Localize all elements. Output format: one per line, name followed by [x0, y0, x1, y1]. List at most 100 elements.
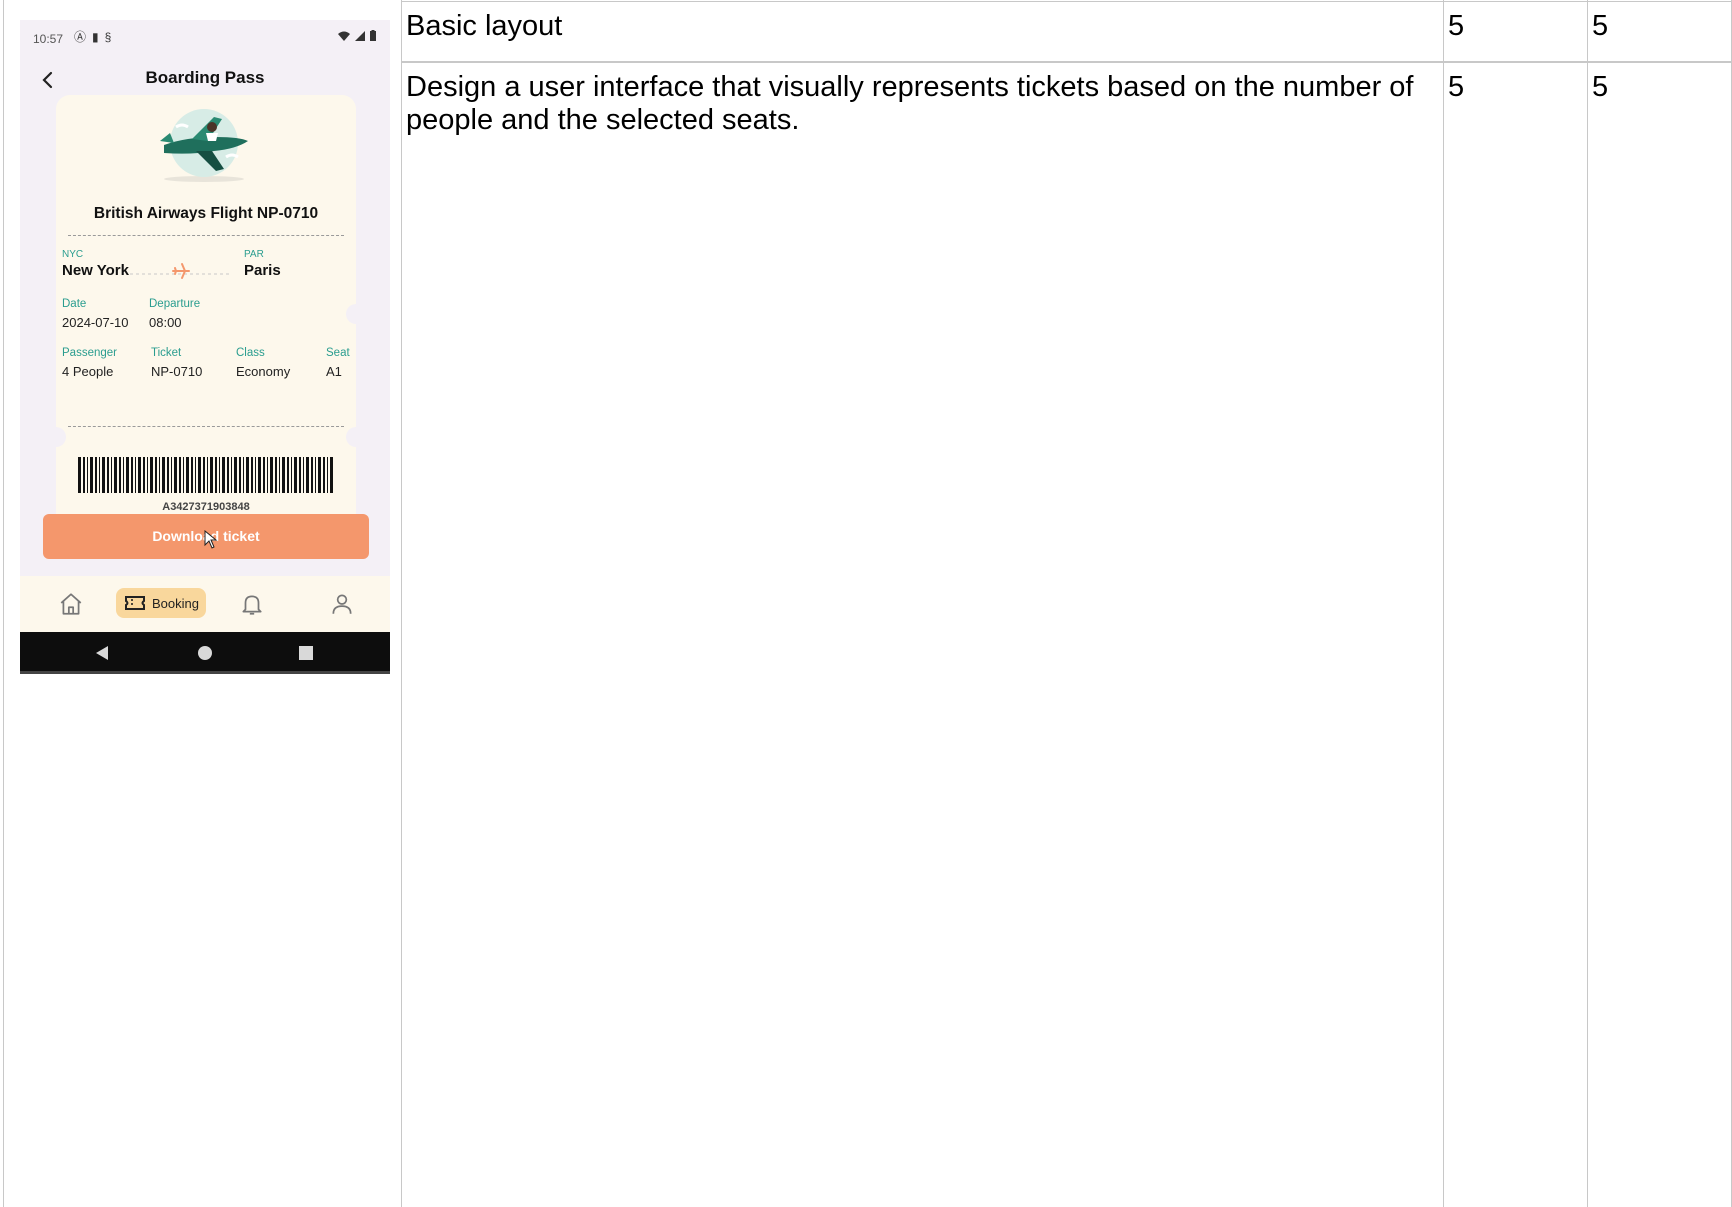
origin-code: NYC: [62, 249, 84, 260]
barcode-bar: [195, 457, 196, 493]
class-value: Economy: [236, 364, 291, 379]
barcode-bar: [318, 457, 321, 493]
barcode-bar: [159, 457, 160, 493]
barcode-bar: [143, 457, 145, 493]
barcode-bar: [198, 457, 201, 493]
barcode-bar: [294, 457, 297, 493]
barcode-bar: [299, 457, 301, 493]
profile-icon[interactable]: [329, 591, 355, 617]
barcode-bar: [147, 457, 148, 493]
barcode-bar: [155, 457, 157, 493]
barcode-bar: [287, 457, 289, 493]
barcode-bar: [243, 457, 244, 493]
barcode-bar: [114, 457, 117, 493]
date-value: 2024-07-10: [62, 315, 129, 330]
table-border-left: [3, 0, 4, 1207]
system-nav-bar: [20, 632, 390, 674]
status-bar: 10:57 Ⓐ ▮ §: [20, 20, 390, 56]
barcode-bar: [275, 457, 277, 493]
plane-icon: [172, 263, 190, 279]
phone-frame-bottom: [20, 671, 390, 674]
status-time: 10:57: [33, 32, 64, 46]
destination-city: Paris: [244, 262, 281, 279]
barcode-bar: [203, 457, 205, 493]
barcode-bar: [102, 457, 105, 493]
signal-icon: [355, 30, 365, 41]
passenger-value: 4 People: [62, 364, 114, 379]
barcode-bar: [90, 457, 93, 493]
divider-top: [68, 235, 344, 236]
barcode-bar: [215, 457, 217, 493]
ticket-notch-left: [46, 427, 66, 447]
ticket-label: Ticket: [151, 347, 182, 359]
passenger-label: Passenger: [62, 347, 117, 359]
barcode-bar: [263, 457, 265, 493]
barcode-bar: [186, 457, 189, 493]
seat-label: Seat: [326, 347, 350, 359]
barcode-bar: [315, 457, 316, 493]
boarding-pass-card: British Airways Flight NP-0710 NYC New Y…: [46, 95, 366, 531]
date-label: Date: [62, 298, 87, 310]
system-recents-icon[interactable]: [299, 646, 313, 660]
departure-value: 08:00: [149, 315, 182, 330]
table-divider-3: [1587, 0, 1588, 1207]
barcode-bar: [126, 457, 129, 493]
row2-score-a: 5: [1448, 71, 1465, 103]
barcode-bar: [330, 457, 333, 493]
battery-icon: [370, 30, 376, 41]
barcode-bar: [111, 457, 112, 493]
barcode-bar: [219, 457, 220, 493]
barcode-bar: [135, 457, 136, 493]
ticket-icon: [125, 596, 145, 610]
system-home-icon[interactable]: [197, 645, 213, 661]
system-back-icon[interactable]: [94, 645, 110, 661]
barcode-bar: [234, 457, 237, 493]
ticket-notch-right-top: [346, 304, 366, 324]
barcode-bar: [227, 457, 229, 493]
row1-criterion: Basic layout: [406, 10, 563, 42]
notification-a-icon: Ⓐ: [74, 30, 87, 44]
barcode-bar: [255, 457, 256, 493]
nav-booking-tab[interactable]: Booking: [116, 588, 206, 618]
barcode-bar: [138, 457, 141, 493]
barcode: [78, 457, 333, 493]
barcode-number: A3427371903848: [162, 501, 250, 513]
barcode-bar: [279, 457, 280, 493]
sync-icon: §: [104, 30, 112, 44]
barcode-bar: [207, 457, 208, 493]
bell-icon[interactable]: [239, 591, 265, 617]
wifi-icon: [338, 31, 350, 41]
airplane-illustration: [160, 109, 248, 182]
barcode-bar: [306, 457, 309, 493]
table-divider-1: [401, 0, 402, 1207]
barcode-bar: [291, 457, 292, 493]
barcode-bar: [78, 457, 81, 493]
table-row-divider: [401, 61, 1732, 63]
departure-label: Departure: [149, 298, 201, 310]
phone-screenshot: 10:57 Ⓐ ▮ § Boarding Pass British Airway…: [20, 20, 390, 674]
barcode-bar: [270, 457, 273, 493]
barcode-bar: [99, 457, 100, 493]
row1-score-b: 5: [1592, 10, 1609, 42]
divider-bottom: [68, 426, 344, 427]
flight-title: British Airways Flight NP-0710: [93, 205, 319, 222]
home-icon[interactable]: [58, 591, 84, 617]
sd-card-icon: ▮: [92, 30, 99, 44]
row1-score-a: 5: [1448, 10, 1465, 42]
barcode-bar: [258, 457, 261, 493]
barcode-bar: [311, 457, 313, 493]
ticket-notch-right: [346, 427, 366, 447]
barcode-bar: [123, 457, 124, 493]
row2-criterion: Design a user interface that visually re…: [406, 71, 1414, 136]
barcode-bar: [327, 457, 328, 493]
mouse-cursor-icon: [204, 530, 218, 549]
barcode-bar: [191, 457, 193, 493]
barcode-bar: [183, 457, 184, 493]
barcode-bar: [95, 457, 97, 493]
barcode-bar: [246, 457, 249, 493]
barcode-bar: [83, 457, 85, 493]
barcode-bar: [119, 457, 121, 493]
bottom-nav: Booking: [20, 576, 390, 632]
destination-code: PAR: [244, 249, 264, 260]
class-label: Class: [236, 347, 265, 359]
